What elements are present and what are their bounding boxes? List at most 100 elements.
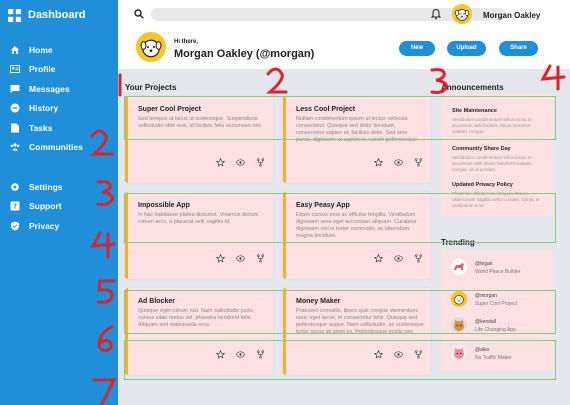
announcement-item[interactable]: Site Maintenance Vestibulum condimentum … [452, 108, 547, 135]
trending-project: World Peace Builder [475, 269, 521, 275]
trending-avatar [451, 345, 467, 361]
trending-user[interactable]: @alex [475, 347, 489, 353]
history-icon [10, 103, 20, 113]
watch-icon[interactable] [394, 254, 403, 263]
profile-icon [10, 65, 20, 74]
bell-icon[interactable] [430, 8, 442, 20]
sidebar-item-label: Home [29, 44, 53, 55]
projects-title: Your Projects [125, 83, 177, 92]
project-description: Sed tempus ut lacus ut scelerisque. Susp… [138, 116, 263, 129]
project-title[interactable]: Super Cool Project [138, 106, 201, 113]
fork-icon[interactable] [414, 254, 423, 263]
star-icon[interactable] [216, 254, 225, 263]
trending-user[interactable]: @tegan [475, 261, 493, 267]
new-button[interactable]: New [399, 41, 435, 56]
project-card[interactable]: Easy Peasy App Etiam cursus eros ac effi… [283, 192, 431, 279]
project-card[interactable]: Super Cool Project Sed tempus ut lacus u… [125, 96, 273, 183]
trending-avatar [451, 317, 467, 333]
project-title[interactable]: Less Cool Project [296, 106, 355, 113]
sidebar-header: Dashboard [0, 0, 118, 30]
tasks-icon [11, 123, 19, 133]
trending-title: Trending [441, 238, 475, 247]
trending-item[interactable]: @alex No Traffic Maker [441, 337, 553, 371]
announcement-title[interactable]: Site Maintenance [452, 108, 547, 114]
sidebar-item-label: Messages [29, 83, 70, 94]
project-card[interactable]: Impossible App In hac habitasse platea d… [125, 192, 273, 279]
dog-avatar-icon [454, 295, 464, 305]
sidebar-item-home[interactable]: Home [0, 40, 118, 60]
home-icon [11, 45, 19, 54]
watch-icon[interactable] [394, 158, 403, 167]
watch-icon[interactable] [394, 350, 403, 359]
sidebar-item-label: Profile [29, 64, 56, 75]
project-title[interactable]: Impossible App [138, 202, 190, 209]
fork-icon[interactable] [414, 350, 423, 359]
project-title[interactable]: Ad Blocker [138, 298, 175, 305]
project-description: Praesent convallis, libero quis congue e… [296, 308, 424, 335]
sidebar-item-label: Tasks [29, 122, 53, 133]
trending-project: Super Cool Project [475, 301, 517, 307]
announcement-item[interactable]: Updated Privacy Policy Phasellus efficit… [452, 182, 547, 209]
watch-icon[interactable] [236, 158, 245, 167]
announcements-title: Announcements [441, 83, 504, 92]
announcement-title[interactable]: Community Share Day [452, 146, 547, 152]
fork-icon[interactable] [414, 158, 423, 167]
project-title[interactable]: Easy Peasy App [296, 202, 350, 209]
sidebar-item-settings[interactable]: Settings [0, 177, 118, 197]
watch-icon[interactable] [236, 254, 245, 263]
announcement-item[interactable]: Community Share Day Vestibulum condiment… [452, 146, 547, 173]
privacy-icon [11, 221, 19, 231]
trending-user[interactable]: @morgan [475, 293, 497, 299]
project-actions [374, 350, 423, 359]
fork-icon[interactable] [256, 158, 265, 167]
sidebar-bottom-nav: Settings ? Support Privacy [0, 177, 118, 236]
project-actions [216, 350, 265, 359]
project-card[interactable]: Ad Blocker Quisque eget rutrum nisl. Nam… [125, 288, 273, 375]
project-actions [216, 254, 265, 263]
communities-icon [10, 143, 20, 151]
svg-text:?: ? [13, 203, 17, 211]
sidebar-item-communities[interactable]: Communities [0, 138, 118, 158]
sidebar: Dashboard Home Profile Messages History … [0, 0, 118, 405]
trending-project: Life Changing App [475, 327, 516, 333]
sidebar-item-privacy[interactable]: Privacy [0, 216, 118, 236]
sidebar-item-profile[interactable]: Profile [0, 60, 118, 80]
search-icon [134, 9, 144, 19]
project-title[interactable]: Money Maker [296, 298, 340, 305]
top-user-name[interactable]: Morgan Oakley [483, 11, 540, 20]
trending-project: No Traffic Maker [475, 355, 512, 361]
trending-item[interactable]: @tegan World Peace Builder [441, 251, 553, 285]
dashboard-icon [8, 8, 21, 22]
messages-icon [10, 84, 20, 93]
dog-avatar-icon [140, 39, 162, 58]
user-name-handle: Morgan Oakley (@morgan) [174, 48, 315, 60]
star-icon[interactable] [374, 254, 383, 263]
project-card[interactable]: Less Cool Project Nullam condimentum ips… [283, 96, 431, 183]
dog-avatar-icon [455, 9, 469, 21]
fork-icon[interactable] [256, 254, 265, 263]
settings-icon [11, 182, 19, 191]
sidebar-item-label: Settings [29, 181, 63, 192]
announcement-text: Vestibulum condimentum tellus lacus, in … [452, 117, 532, 134]
star-icon[interactable] [374, 158, 383, 167]
trending-user[interactable]: @kendall [475, 319, 496, 325]
trending-avatar [451, 291, 467, 307]
project-card[interactable]: Money Maker Praesent convallis, libero q… [283, 288, 431, 375]
project-description: Etiam cursus eros ac efficitur fringilla… [296, 212, 417, 239]
fork-icon[interactable] [256, 350, 265, 359]
star-icon[interactable] [216, 350, 225, 359]
announcement-title[interactable]: Updated Privacy Policy [452, 182, 547, 188]
star-icon[interactable] [374, 350, 383, 359]
sidebar-item-tasks[interactable]: Tasks [0, 118, 118, 138]
avatar[interactable] [452, 4, 472, 24]
share-button[interactable]: Share [499, 41, 538, 56]
upload-button[interactable]: Upload [447, 41, 486, 56]
sidebar-item-support[interactable]: ? Support [0, 197, 118, 217]
sidebar-item-label: Communities [29, 142, 83, 153]
sidebar-item-messages[interactable]: Messages [0, 79, 118, 99]
sidebar-item-history[interactable]: History [0, 99, 118, 119]
main-content: Your Projects Super Cool Project Sed tem… [118, 69, 570, 405]
watch-icon[interactable] [236, 350, 245, 359]
star-icon[interactable] [216, 158, 225, 167]
project-actions [216, 158, 265, 167]
